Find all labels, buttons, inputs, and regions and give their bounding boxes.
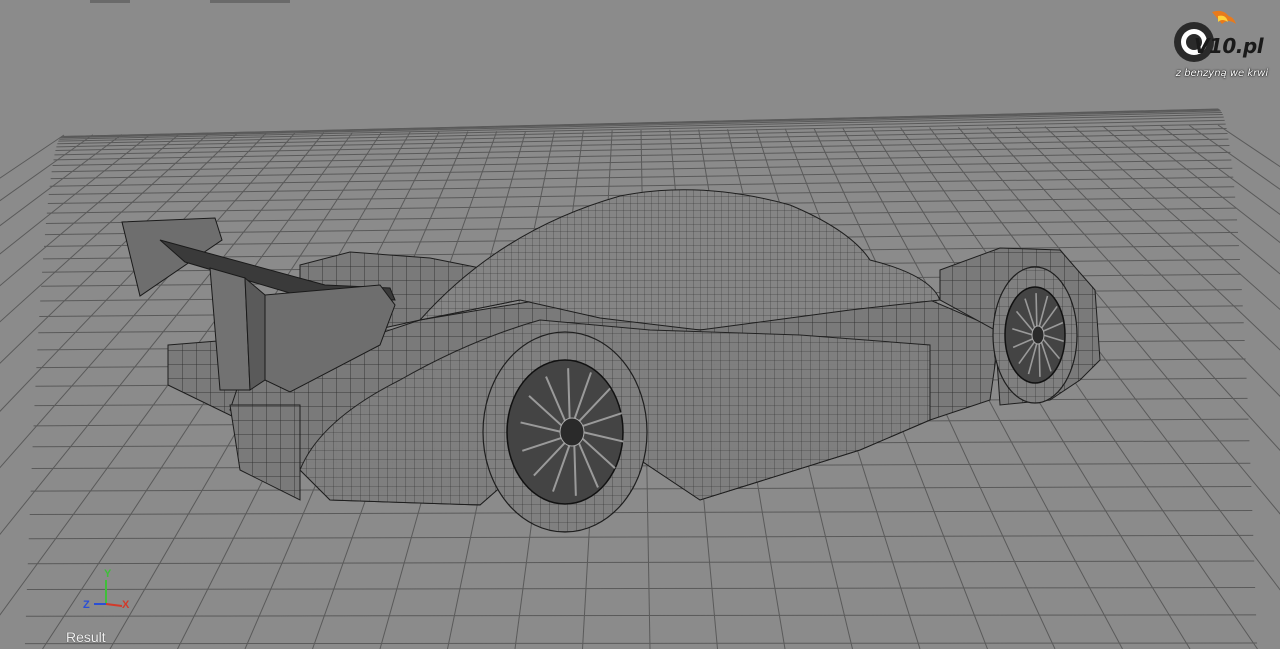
scene-canvas[interactable] bbox=[0, 0, 1280, 649]
grid-line bbox=[1102, 125, 1280, 275]
axis-y-label: Y bbox=[104, 568, 112, 580]
grid-line bbox=[1131, 125, 1280, 244]
3d-viewport[interactable]: V10.pl z benzyną we krwi Y X Z Result bbox=[0, 0, 1280, 649]
grid-line bbox=[1073, 125, 1280, 311]
grid-line bbox=[30, 485, 1252, 492]
front-wheel[interactable] bbox=[992, 266, 1078, 404]
axis-z-label: Z bbox=[83, 599, 90, 611]
grid-line bbox=[49, 167, 1233, 187]
rear-wheel[interactable] bbox=[482, 331, 648, 533]
wheel-spoke bbox=[1038, 343, 1041, 377]
rear-block bbox=[229, 404, 301, 501]
view-label: Result bbox=[66, 629, 106, 645]
grid-line bbox=[28, 534, 1254, 540]
grid-line bbox=[29, 510, 1253, 516]
car-mesh[interactable] bbox=[121, 189, 1101, 533]
grid-line bbox=[26, 587, 1256, 591]
grid-line bbox=[0, 134, 65, 179]
brand-text: V10.pl bbox=[1194, 34, 1264, 58]
grid-line bbox=[24, 642, 1258, 645]
grid-line bbox=[48, 176, 1234, 195]
grid-line bbox=[25, 614, 1257, 617]
v10-logo: V10.pl z benzyną we krwi bbox=[1172, 8, 1272, 88]
wheel-spoke bbox=[1035, 293, 1038, 327]
axis-x-label: X bbox=[122, 599, 130, 611]
grid-line bbox=[1160, 125, 1280, 216]
grid-line bbox=[27, 560, 1255, 565]
axis-gizmo: Y X Z bbox=[78, 566, 138, 616]
brand-tagline: z benzyną we krwi bbox=[1175, 68, 1269, 79]
